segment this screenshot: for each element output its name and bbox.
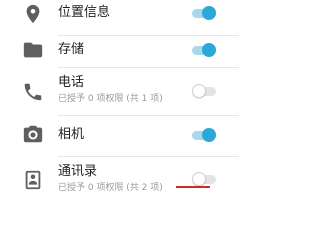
camera-toggle[interactable] (192, 128, 216, 142)
contacts-toggle[interactable] (192, 172, 216, 186)
phone-icon (22, 81, 44, 103)
permission-row-location[interactable]: 位置信息 (0, 0, 239, 36)
toggle-knob (192, 172, 206, 186)
permission-summary: 已授予 0 项权限 (共 2 项) (58, 183, 163, 193)
storage-toggle[interactable] (192, 43, 216, 57)
permission-row-storage[interactable]: 存储 (0, 36, 239, 68)
permission-label: 位置信息 (58, 5, 111, 20)
permission-summary: 已授予 0 项权限 (共 1 项) (58, 94, 163, 104)
permission-label: 相机 (58, 127, 85, 142)
location-pin-icon (22, 3, 44, 25)
contacts-icon (22, 169, 44, 191)
permission-row-contacts[interactable]: 通讯录 已授予 0 项权限 (共 2 项) (0, 157, 239, 211)
toggle-knob (192, 84, 206, 98)
location-toggle[interactable] (192, 6, 216, 20)
toggle-knob (202, 6, 216, 20)
toggle-knob (202, 128, 216, 142)
folder-icon (22, 39, 44, 61)
phone-toggle[interactable] (192, 84, 216, 98)
permission-row-camera[interactable]: 相机 (0, 116, 239, 157)
permission-label: 存储 (58, 42, 85, 57)
permission-label: 通讯录 (58, 164, 98, 179)
permission-row-phone[interactable]: 电话 已授予 0 项权限 (共 1 项) (0, 67, 239, 116)
permissions-list: 位置信息 存储 电话 已授予 0 项权限 (共 1 项) 相机 通讯录 已授予 … (0, 0, 239, 211)
permission-label: 电话 (58, 75, 85, 90)
toggle-knob (202, 43, 216, 57)
camera-icon (22, 123, 44, 145)
annotation-underline (176, 186, 210, 188)
